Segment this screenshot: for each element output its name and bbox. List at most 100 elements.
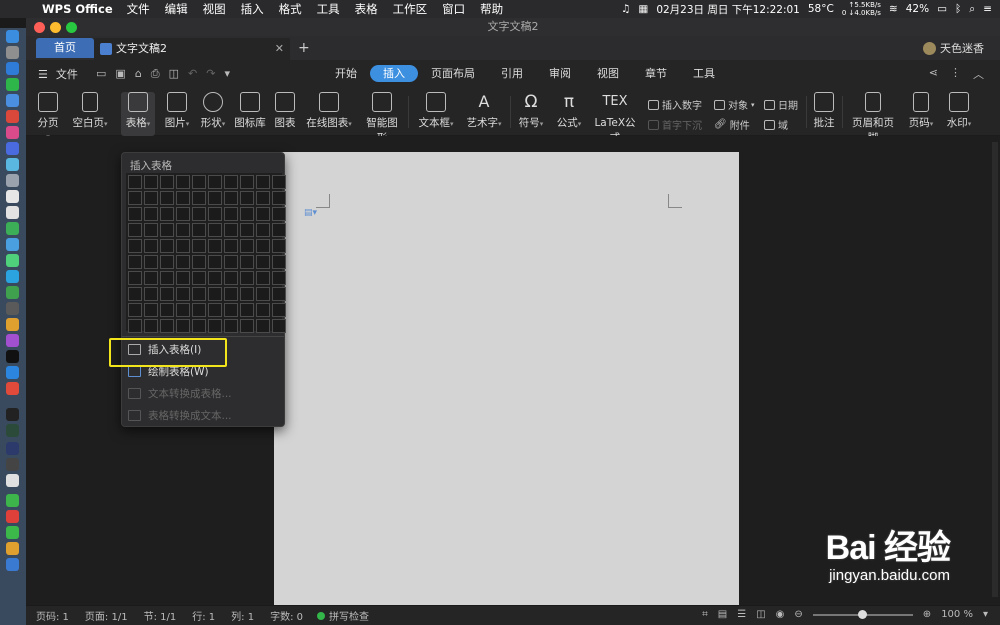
table-grid-cell[interactable] [144,191,158,205]
zoom-level[interactable]: 100 % [941,609,973,620]
app-icon-18[interactable] [6,302,19,315]
table-grid-cell[interactable] [256,207,270,221]
table-grid-cell[interactable] [160,271,174,285]
document-page[interactable]: ▤▾ [274,152,739,605]
table-grid-cell[interactable] [256,175,270,189]
menu-edit[interactable]: 编辑 [165,1,188,17]
symbol-button[interactable]: Ω 符号▾ [516,92,546,130]
table-grid-cell[interactable] [256,239,270,253]
table-grid-cell[interactable] [128,319,142,333]
table-grid-cell[interactable] [176,207,190,221]
table-grid-cell[interactable] [208,255,222,269]
zoom-chevron-icon[interactable]: ▾ [983,609,988,620]
icon-library-button[interactable]: 图标库 [234,92,266,130]
menu-format[interactable]: 格式 [279,1,302,17]
table-grid-cell[interactable] [176,319,190,333]
table-grid-cell[interactable] [192,319,206,333]
table-grid-cell[interactable] [272,191,286,205]
table-grid-cell[interactable] [240,303,254,317]
search-icon[interactable]: ⌕ [969,3,975,16]
table-grid-cell[interactable] [144,319,158,333]
table-grid-cell[interactable] [224,175,238,189]
file-menu-button[interactable]: ☰ 文件 [38,66,78,82]
table-grid-cell[interactable] [240,175,254,189]
table-grid-cell[interactable] [144,207,158,221]
messages-icon[interactable] [6,78,19,91]
app-icon-16[interactable] [6,270,19,283]
table-grid-cell[interactable] [208,287,222,301]
app-icon-23[interactable] [6,382,19,395]
app-icon-12[interactable] [6,206,19,219]
table-grid-cell[interactable] [224,207,238,221]
table-grid-cell[interactable] [160,319,174,333]
table-grid-cell[interactable] [240,319,254,333]
table-grid-cell[interactable] [224,255,238,269]
table-grid-cell[interactable] [192,207,206,221]
vertical-scrollbar[interactable] [992,142,998,597]
app-icon-27[interactable] [6,458,19,471]
app-icon-15[interactable] [6,254,19,267]
wps-dock-icon[interactable] [6,558,19,571]
battery-icon[interactable]: ▭ [937,3,947,15]
shape-button[interactable]: 形状▾ [198,92,228,130]
print-icon[interactable]: ⎙ [151,67,160,81]
apple-tv-icon[interactable] [6,350,19,363]
table-grid-cell[interactable] [160,191,174,205]
table-grid-cell[interactable] [224,191,238,205]
table-grid-cell[interactable] [272,287,286,301]
table-grid-cell[interactable] [208,223,222,237]
table-grid-cell[interactable] [192,303,206,317]
tab-view[interactable]: 视图 [584,65,632,82]
app-icon-13[interactable] [6,222,19,235]
table-grid-cell[interactable] [272,175,286,189]
music-icon[interactable]: ♫ [621,3,630,15]
table-grid-cell[interactable] [272,223,286,237]
table-grid-cell[interactable] [208,239,222,253]
tab-review[interactable]: 审阅 [536,65,584,82]
maps-icon[interactable] [6,110,19,123]
redo-icon[interactable]: ↷ [206,67,215,81]
table-grid-cell[interactable] [160,239,174,253]
table-grid-cell[interactable] [256,255,270,269]
table-grid-cell[interactable] [272,303,286,317]
close-tab-icon[interactable]: ✕ [275,38,284,60]
menu-window[interactable]: 窗口 [442,1,465,17]
account[interactable]: 天色迷香 [923,40,984,56]
table-grid-cell[interactable] [128,207,142,221]
attachment-button[interactable]: 🔗︎ 附件 [714,117,750,132]
table-size-grid[interactable] [126,173,286,333]
tab-references[interactable]: 引用 [488,65,536,82]
table-grid-cell[interactable] [128,287,142,301]
focus-mode-icon[interactable]: ⌗ [702,609,708,620]
date-time[interactable]: 02月23日 周日 下午12:22:01 [656,2,800,17]
zoom-out-icon[interactable]: ⊖ [794,609,802,620]
launchpad-icon[interactable] [6,46,19,59]
table-grid-cell[interactable] [144,239,158,253]
table-grid-cell[interactable] [240,239,254,253]
format-painter-icon[interactable]: ⌂ [135,67,142,81]
table-grid-cell[interactable] [208,303,222,317]
table-grid-cell[interactable] [240,223,254,237]
collapse-ribbon-icon[interactable]: ︿ [973,66,984,82]
web-view-icon[interactable]: ◫ [756,609,765,620]
table-grid-cell[interactable] [256,223,270,237]
table-grid-cell[interactable] [224,239,238,253]
spell-check-label[interactable]: 拼写检查 [329,608,369,623]
tab-tools[interactable]: 工具 [680,65,728,82]
table-grid-cell[interactable] [192,223,206,237]
page-number-button[interactable]: 页码▾ [906,92,936,130]
app-icon-14[interactable] [6,238,19,251]
more-icon[interactable]: ⋮ [950,66,961,82]
table-grid-cell[interactable] [128,255,142,269]
table-grid-cell[interactable] [272,271,286,285]
app-icon-32[interactable] [6,542,19,555]
word-art-button[interactable]: A 艺术字▾ [464,92,504,130]
tab-document[interactable]: 文字文稿2 ✕ [94,38,290,60]
table-grid-cell[interactable] [256,303,270,317]
menu-view[interactable]: 视图 [203,1,226,17]
bluetooth-icon[interactable]: ᛒ [955,3,961,15]
table-grid-cell[interactable] [272,319,286,333]
table-grid-cell[interactable] [128,239,142,253]
table-grid-cell[interactable] [144,255,158,269]
text-to-table-item[interactable]: 文本转换成表格... [128,386,232,401]
